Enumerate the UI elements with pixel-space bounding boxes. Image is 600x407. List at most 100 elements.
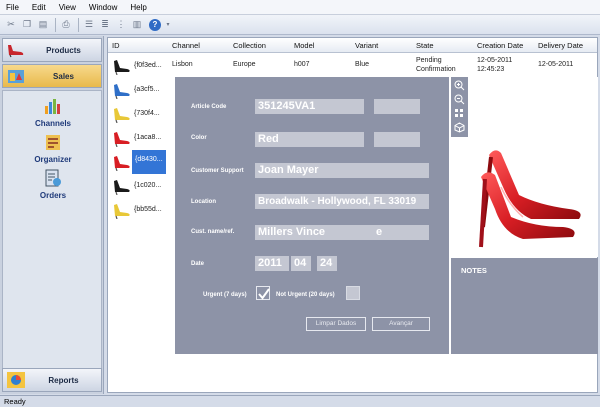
cell-variant: Blue	[355, 61, 370, 68]
sales-icon	[6, 66, 26, 86]
order-detail-dialog: Article Code 351245VA1 Color Red Custome…	[175, 77, 449, 354]
article-code-field[interactable]: 351245VA1	[255, 99, 364, 114]
cell-state: Pending Confirmation	[416, 57, 456, 73]
cell-collection: Europe	[233, 61, 256, 68]
clear-button[interactable]: Limpar Dados	[306, 317, 366, 331]
table-row[interactable]: {f0f3ed... Lisbon Europe h007 Blue Pendi…	[108, 54, 597, 78]
checkmark-icon	[258, 288, 270, 300]
channels-icon	[42, 95, 64, 117]
column-header-delivery-date[interactable]: Delivery Date	[538, 41, 583, 50]
orders-icon	[42, 167, 64, 189]
nav-products-label: Products	[46, 45, 81, 55]
shoe-thumbnail	[114, 204, 130, 219]
column-header-channel[interactable]: Channel	[172, 41, 200, 50]
zoom-in-icon[interactable]	[453, 79, 465, 91]
toolbar-separator	[55, 17, 56, 32]
3d-view-icon[interactable]	[453, 121, 465, 133]
product-image-panel	[451, 77, 598, 257]
column-header-creation-date[interactable]: Creation Date	[477, 41, 523, 50]
zoom-out-icon[interactable]	[453, 93, 465, 105]
print-icon[interactable]: ⎙	[59, 18, 73, 32]
nav-reports-button[interactable]: Reports	[2, 368, 102, 392]
sub-item-orders[interactable]: Orders	[3, 167, 103, 200]
sub-item-organizer[interactable]: Organizer	[3, 131, 103, 164]
shoe-thumbnail	[114, 84, 130, 99]
nav-sales-button[interactable]: Sales	[2, 64, 102, 88]
cut-icon[interactable]: ✂	[4, 18, 18, 32]
nav-sales-label: Sales	[53, 71, 74, 81]
customer-ref-field[interactable]: e	[373, 225, 429, 240]
order-id: {d8430...	[132, 150, 166, 174]
sub-item-channels[interactable]: Channels	[3, 95, 103, 128]
column-header-model[interactable]: Model	[294, 41, 314, 50]
order-id: {f0f3ed...	[134, 62, 162, 69]
sub-item-label: Orders	[39, 191, 67, 200]
sub-item-label: Organizer	[34, 155, 72, 164]
cell-channel: Lisbon	[172, 61, 193, 68]
not-urgent-label: Not Urgent (20 days)	[276, 292, 335, 298]
reports-icon	[6, 370, 26, 390]
location-field[interactable]: Broadwalk - Hollywood, FL 33019	[255, 194, 429, 209]
order-id: {1aca8...	[134, 134, 162, 141]
color-extra-field[interactable]	[374, 132, 420, 147]
details-view-icon[interactable]: ≣	[98, 18, 112, 32]
customer-support-label: Customer Support	[191, 168, 244, 174]
menu-file[interactable]: File	[6, 3, 19, 12]
order-id: {1c020...	[134, 182, 162, 189]
menu-help[interactable]: Help	[130, 3, 146, 12]
customer-name-label: Cust. name/ref.	[191, 229, 235, 235]
article-code-label: Article Code	[191, 104, 227, 110]
customer-support-field[interactable]: Joan Mayer	[255, 163, 429, 178]
column-header-collection[interactable]: Collection	[233, 41, 266, 50]
color-label: Color	[191, 135, 207, 141]
menu-bar: File Edit View Window Help	[0, 0, 600, 15]
color-field[interactable]: Red	[255, 132, 364, 147]
toolbar-separator	[78, 17, 79, 32]
shoe-thumbnail	[114, 60, 130, 75]
red-shoe-image	[479, 150, 581, 248]
customer-name-field[interactable]: Millers Vince	[255, 225, 373, 240]
sub-item-label: Channels	[34, 119, 71, 128]
copy-icon[interactable]: ❐	[20, 18, 34, 32]
shoe-thumbnail	[114, 108, 130, 123]
menu-view[interactable]: View	[59, 3, 76, 12]
notes-panel[interactable]: NOTES	[451, 258, 598, 354]
nav-reports-label: Reports	[48, 375, 79, 385]
cell-creation-date: 12-05-2011 12:45:23	[477, 57, 513, 73]
shoe-icon	[6, 40, 26, 60]
notes-title: NOTES	[461, 266, 487, 275]
shoe-thumbnail	[114, 180, 130, 195]
paste-icon[interactable]: ▤	[36, 18, 50, 32]
column-header-id[interactable]: ID	[112, 41, 120, 50]
next-button[interactable]: Avançar	[372, 317, 430, 331]
menu-edit[interactable]: Edit	[32, 3, 46, 12]
grid-view-icon[interactable]	[453, 107, 465, 119]
cell-model: h007	[294, 61, 310, 68]
status-bar: Ready	[0, 395, 600, 407]
toolbar: ✂ ❐ ▤ ⎙ ☰ ≣ ⋮ ▥ ? ▾	[0, 15, 600, 35]
date-label: Date	[191, 261, 205, 267]
grid-header: ID Channel Collection Model Variant Stat…	[108, 38, 597, 53]
help-icon[interactable]: ?	[149, 18, 161, 31]
column-header-state[interactable]: State	[416, 41, 434, 50]
date-year-field[interactable]: 2011	[255, 256, 289, 271]
list-view-icon[interactable]: ☰	[82, 18, 96, 32]
urgent-checkbox[interactable]	[256, 286, 270, 300]
cell-delivery-date: 12-05-2011	[538, 61, 574, 68]
nav-products-button[interactable]: Products	[2, 38, 102, 62]
shoe-thumbnail	[114, 132, 130, 147]
image-tools	[451, 77, 468, 137]
organizer-icon	[42, 131, 64, 153]
not-urgent-checkbox[interactable]	[346, 286, 360, 300]
menu-window[interactable]: Window	[89, 3, 117, 12]
article-code-extra-field[interactable]	[374, 99, 420, 114]
date-day-field[interactable]: 24	[317, 256, 337, 271]
tree-view-icon[interactable]: ⋮	[114, 18, 128, 32]
location-label: Location	[191, 199, 216, 205]
order-id: {a3cf5...	[134, 86, 160, 93]
date-month-field[interactable]: 04	[291, 256, 311, 271]
dropdown-icon[interactable]: ▾	[161, 18, 175, 32]
urgent-label: Urgent (7 days)	[203, 292, 247, 298]
columns-icon[interactable]: ▥	[130, 18, 144, 32]
column-header-variant[interactable]: Variant	[355, 41, 378, 50]
